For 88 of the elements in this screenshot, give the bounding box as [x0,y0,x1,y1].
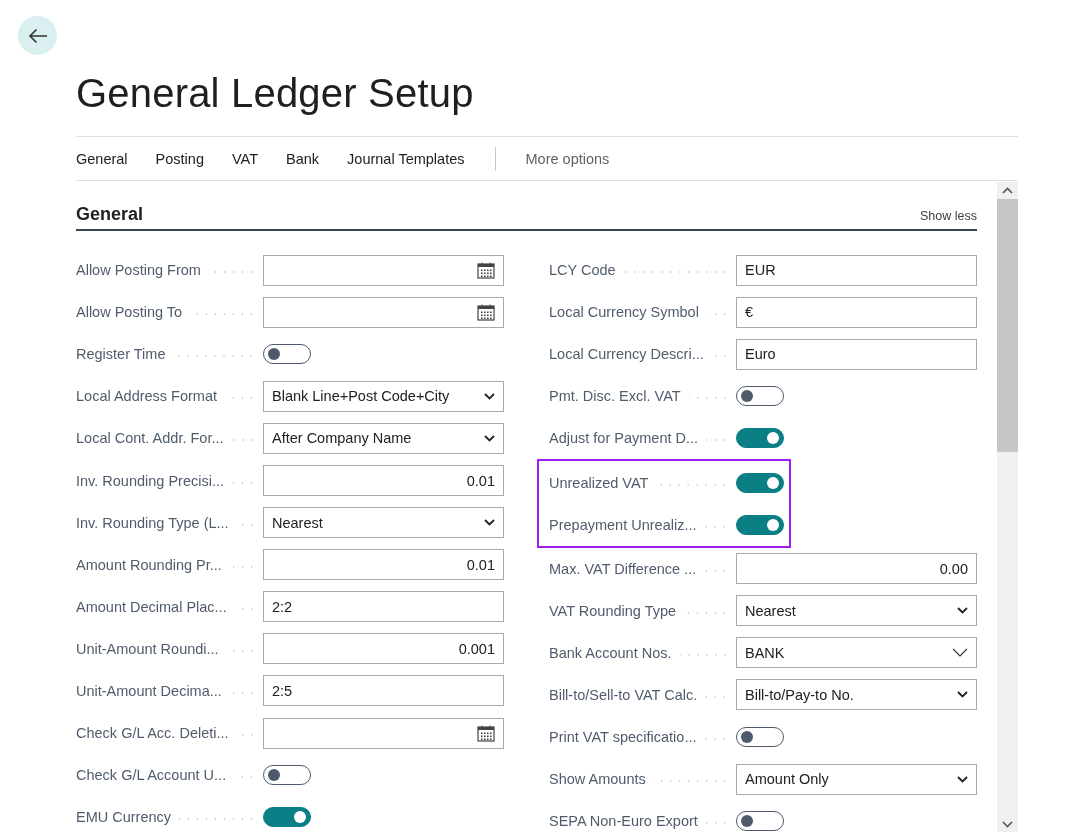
field-label: Unrealized VAT [549,474,649,491]
field-label: EMU Currency [76,809,172,826]
chevron-down-icon[interactable] [952,648,968,658]
field-label: Check G/L Acc. Deleti... [76,725,229,742]
scrollbar[interactable] [997,182,1018,832]
toggle-switch[interactable] [263,344,311,365]
text-field[interactable]: EUR [736,254,977,286]
page-tab[interactable]: Posting [155,150,204,167]
dropdown-field[interactable]: After Company Name [263,422,504,454]
page-tab[interactable]: Journal Templates [347,150,465,167]
section-title: General [76,204,144,225]
dropdown-value: Blank Line+Post Code+City [272,388,450,405]
page-tab[interactable]: VAT [231,150,259,167]
field-label: Bill-to/Sell-to VAT Calc. [549,687,698,703]
date-field[interactable] [263,254,504,286]
field-label: VAT Rounding Type [549,602,677,619]
field-label: Register Time [76,346,166,363]
show-less-link[interactable]: Show less [920,209,977,225]
field-label: Bank Account Nos. [549,644,672,661]
toggle-switch[interactable] [736,386,784,407]
number-field[interactable]: 0.01 [263,465,504,496]
dropdown-value: Nearest [272,514,323,531]
field-label: Unit-Amount Roundi... [76,640,219,657]
chevron-down-icon[interactable] [957,691,968,699]
field-label: Allow Posting To [76,304,183,321]
back-button[interactable] [18,16,57,55]
toggle-switch[interactable] [736,811,784,832]
dropdown-field[interactable]: Bill-to/Pay-to No. [736,679,977,711]
chevron-down-icon[interactable] [957,775,968,783]
toggle-switch[interactable] [736,514,784,535]
field-label: Unit-Amount Decima... [76,683,222,699]
field-label: Print VAT specificatio... [549,729,697,746]
lookup-field[interactable]: BANK [736,637,977,669]
calendar-icon[interactable] [477,261,495,279]
more-options-tab[interactable]: More options [525,150,610,167]
field-label: Amount Decimal Plac... [76,598,227,615]
date-field[interactable] [263,296,504,328]
page-tab[interactable]: Bank [286,150,320,167]
field-label: Local Currency Symbol [549,304,699,321]
field-label: SEPA Non-Euro Export [549,813,698,830]
lookup-value: BANK [745,644,785,661]
field-label: Show Amounts [549,771,646,788]
back-arrow-icon [27,27,48,44]
scroll-up-icon[interactable] [1002,187,1013,194]
text-field[interactable]: Euro [736,338,977,370]
calendar-icon[interactable] [477,724,495,742]
dropdown-field[interactable]: Blank Line+Post Code+City [263,380,504,412]
field-label: Inv. Rounding Type (L... [76,514,229,531]
field-label: Prepayment Unrealiz... [549,516,697,533]
chevron-down-icon[interactable] [484,519,495,527]
text-field[interactable]: € [736,296,977,328]
date-field[interactable] [263,717,504,749]
page-title: General Ledger Setup [76,70,475,117]
field-label: LCY Code [549,262,616,279]
toggle-switch[interactable] [263,807,311,828]
toggle-switch[interactable] [263,765,311,786]
number-field[interactable]: 0.00 [736,553,977,585]
dropdown-field[interactable]: Nearest [736,595,977,627]
dropdown-value: After Company Name [272,430,412,447]
field-label: Local Cont. Addr. For... [76,430,224,447]
calendar-icon[interactable] [477,303,495,321]
toggle-switch[interactable] [736,428,784,449]
toggle-switch[interactable] [736,472,784,493]
dropdown-field[interactable]: Nearest [263,507,504,539]
scroll-down-icon[interactable] [1002,821,1013,828]
field-label: Inv. Rounding Precisi... [76,472,225,489]
dropdown-field[interactable]: Amount Only [736,763,977,795]
field-label: Local Address Format [76,388,218,405]
field-label: Allow Posting From [76,262,201,279]
field-label: Max. VAT Difference ... [549,560,697,577]
field-label: Pmt. Disc. Excl. VAT [549,388,681,405]
field-label: Adjust for Payment D... [549,430,699,447]
field-label: Amount Rounding Pr... [76,556,222,573]
number-field[interactable]: 0.01 [263,549,504,581]
chevron-down-icon[interactable] [957,607,968,615]
field-label: Check G/L Account U... [76,767,227,784]
number-field[interactable]: 0.001 [263,633,504,665]
page-tab[interactable]: General [76,150,128,167]
dropdown-value: Nearest [745,602,796,619]
dropdown-value: Bill-to/Pay-to No. [745,687,854,703]
field-label: Local Currency Descri... [549,346,704,363]
dropdown-value: Amount Only [745,771,829,788]
text-field[interactable]: 2:5 [263,675,504,707]
chevron-down-icon[interactable] [484,434,495,442]
toggle-switch[interactable] [736,727,784,748]
text-field[interactable]: 2:2 [263,591,504,623]
scrollbar-thumb[interactable] [997,199,1018,452]
chevron-down-icon[interactable] [484,392,495,400]
